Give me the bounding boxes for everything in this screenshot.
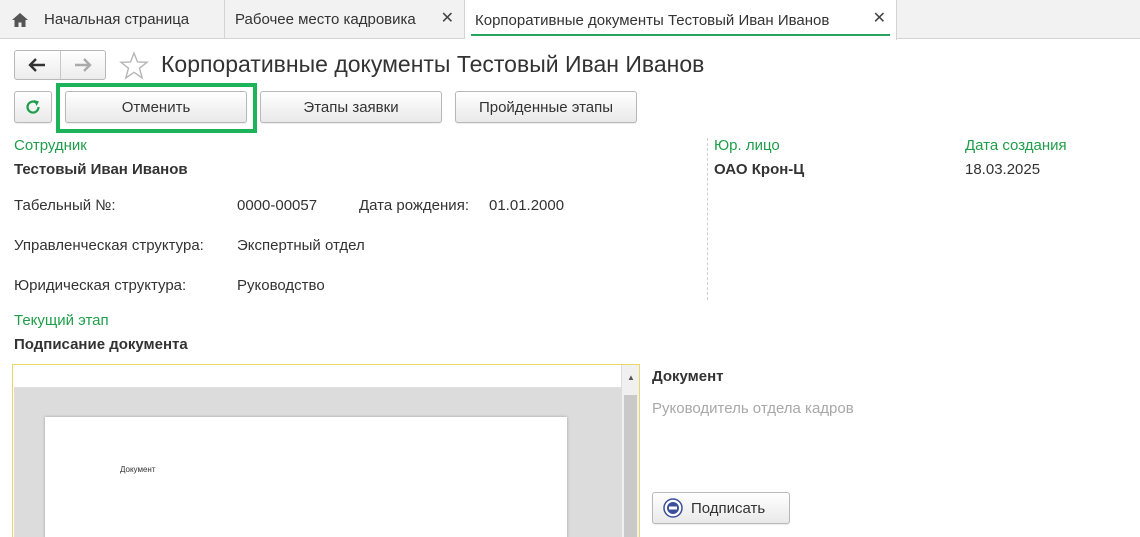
- preview-scrollbar[interactable]: ▲: [621, 365, 639, 537]
- sign-button-label: Подписать: [691, 499, 766, 517]
- current-stage-label: Текущий этап: [14, 312, 109, 329]
- close-icon[interactable]: ✕: [441, 10, 454, 28]
- tab-hr-workplace[interactable]: Рабочее место кадровика ✕: [225, 0, 465, 39]
- favorite-star-icon[interactable]: [119, 51, 149, 81]
- refresh-icon: [26, 100, 40, 114]
- signer-role: Руководитель отдела кадров: [652, 400, 854, 417]
- legal-entity-value[interactable]: ОАО Крон-Ц: [714, 161, 804, 178]
- tab-label: Корпоративные документы Тестовый Иван Ив…: [475, 11, 830, 29]
- arrow-right-icon: [74, 58, 92, 72]
- active-tab-indicator: [471, 34, 890, 36]
- document-page: Документ: [45, 417, 567, 537]
- request-stages-button[interactable]: Этапы заявки: [260, 91, 442, 123]
- scroll-up-icon[interactable]: ▲: [627, 373, 635, 382]
- close-icon[interactable]: ✕: [873, 10, 886, 28]
- current-stage-value: Подписание документа: [14, 336, 188, 353]
- document-page-text: Документ: [120, 465, 156, 474]
- sign-button[interactable]: Подписать: [652, 492, 790, 524]
- navigation-buttons: [14, 50, 106, 80]
- management-structure-label: Управленческая структура:: [14, 237, 204, 254]
- creation-date-label: Дата создания: [965, 137, 1067, 154]
- document-preview[interactable]: Документ ▲: [12, 364, 640, 537]
- employee-name[interactable]: Тестовый Иван Иванов: [14, 161, 188, 178]
- legal-structure-label: Юридическая структура:: [14, 277, 187, 294]
- arrow-left-icon: [28, 58, 46, 72]
- tab-number-value: 0000-00057: [237, 197, 318, 214]
- scrollbar-thumb[interactable]: [624, 395, 637, 537]
- employee-label: Сотрудник: [14, 137, 87, 154]
- preview-toolbar: [14, 366, 621, 388]
- legal-entity-label: Юр. лицо: [714, 137, 780, 154]
- birth-date-label: Дата рождения:: [359, 197, 469, 214]
- passed-stages-button[interactable]: Пройденные этапы: [455, 91, 637, 123]
- creation-date-value: 18.03.2025: [965, 161, 1041, 178]
- tab-number-label: Табельный №:: [14, 197, 116, 214]
- refresh-button[interactable]: [14, 91, 52, 123]
- tab-corporate-documents[interactable]: Корпоративные документы Тестовый Иван Ив…: [465, 0, 897, 40]
- birth-date-value: 01.01.2000: [489, 197, 565, 214]
- tab-bar: Начальная страница Рабочее место кадрови…: [0, 0, 1140, 40]
- signature-seal-icon: [663, 498, 683, 518]
- legal-structure-value: Руководство: [237, 277, 325, 294]
- document-heading: Документ: [652, 368, 724, 385]
- cancel-button-highlight: [56, 83, 257, 133]
- management-structure-value: Экспертный отдел: [237, 237, 365, 254]
- section-divider: [707, 138, 708, 300]
- page-title: Корпоративные документы Тестовый Иван Ив…: [161, 51, 705, 77]
- tab-home[interactable]: Начальная страница: [0, 0, 225, 39]
- home-icon: [10, 10, 30, 30]
- tab-label: Рабочее место кадровика: [235, 11, 416, 28]
- forward-button[interactable]: [59, 51, 105, 79]
- tab-label: Начальная страница: [44, 11, 190, 28]
- back-button[interactable]: [15, 51, 60, 79]
